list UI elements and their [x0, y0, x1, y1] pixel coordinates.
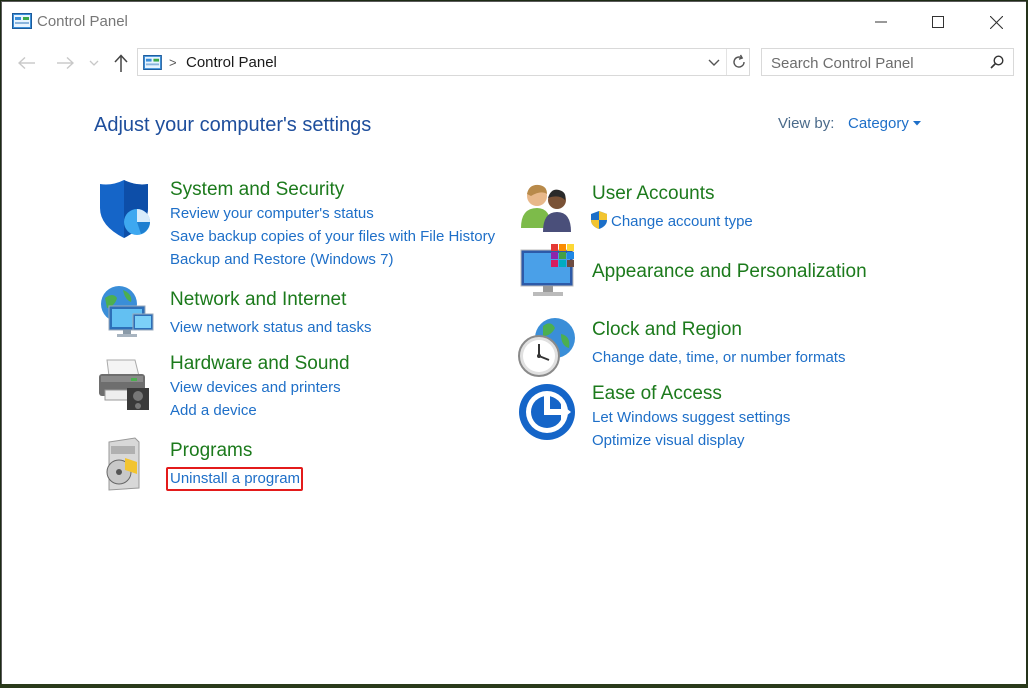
breadcrumb-separator-icon[interactable]: > — [169, 55, 177, 70]
desktop-background — [0, 684, 1028, 688]
breadcrumb[interactable]: Control Panel — [186, 54, 277, 71]
category-title[interactable]: System and Security — [170, 179, 344, 201]
category-link[interactable]: Review your computer's status — [170, 205, 374, 222]
users-icon[interactable] — [517, 180, 579, 242]
chevron-down-icon — [89, 60, 99, 66]
ease-of-access-icon[interactable] — [517, 382, 579, 444]
category-title[interactable]: User Accounts — [592, 183, 715, 205]
close-icon — [989, 15, 1003, 29]
uac-shield-icon — [591, 211, 607, 229]
network-icon[interactable] — [95, 284, 157, 346]
view-by-label: View by: — [778, 115, 835, 132]
category-link[interactable]: Add a device — [170, 402, 257, 419]
recent-locations-button[interactable] — [86, 52, 102, 74]
category-title[interactable]: Network and Internet — [170, 289, 346, 311]
maximize-button[interactable] — [909, 2, 967, 42]
view-by-dropdown[interactable]: Category — [848, 115, 909, 132]
category-title[interactable]: Hardware and Sound — [170, 353, 350, 375]
chevron-down-icon — [708, 59, 720, 66]
window-title: Control Panel — [37, 13, 128, 30]
close-button[interactable] — [967, 2, 1025, 42]
category-link[interactable]: Change account type — [611, 213, 753, 230]
address-bar[interactable]: > Control Panel — [137, 48, 750, 76]
maximize-icon — [932, 16, 944, 28]
refresh-button[interactable] — [726, 49, 751, 75]
appearance-icon[interactable] — [517, 242, 579, 304]
title-bar: Control Panel — [2, 2, 1026, 42]
category-title[interactable]: Programs — [170, 440, 252, 462]
category-link[interactable]: View network status and tasks — [170, 319, 372, 336]
search-input[interactable] — [763, 50, 993, 76]
programs-icon[interactable] — [95, 434, 157, 496]
page-title: Adjust your computer's settings — [94, 114, 372, 136]
category-link[interactable]: Optimize visual display — [592, 432, 745, 449]
control-panel-icon — [143, 55, 162, 70]
category-link[interactable]: Save backup copies of your files with Fi… — [170, 228, 495, 245]
up-arrow-icon — [114, 54, 128, 72]
category-link[interactable]: Backup and Restore (Windows 7) — [170, 251, 393, 268]
shield-icon[interactable] — [95, 178, 157, 240]
category-link[interactable]: Change date, time, or number formats — [592, 349, 845, 366]
forward-button[interactable] — [52, 52, 78, 74]
caret-down-icon[interactable] — [913, 121, 921, 126]
category-link[interactable]: View devices and printers — [170, 379, 341, 396]
minimize-icon — [875, 21, 887, 23]
forward-arrow-icon — [57, 57, 74, 69]
category-title[interactable]: Clock and Region — [592, 319, 742, 341]
address-history-button[interactable] — [704, 53, 724, 71]
search-icon[interactable] — [990, 55, 1004, 69]
control-panel-window: Control Panel > Control Panel Search Con… — [1, 1, 1027, 685]
category-title[interactable]: Ease of Access — [592, 383, 722, 405]
back-button[interactable] — [14, 52, 40, 74]
minimize-button[interactable] — [852, 2, 910, 42]
search-box[interactable] — [761, 48, 1014, 76]
category-title[interactable]: Appearance and Personalization — [592, 261, 867, 283]
printer-icon[interactable] — [95, 354, 157, 416]
highlight-box — [166, 467, 303, 491]
refresh-icon — [733, 54, 745, 68]
category-link[interactable]: Let Windows suggest settings — [592, 409, 790, 426]
clock-globe-icon[interactable] — [517, 316, 579, 378]
up-button[interactable] — [108, 52, 134, 74]
control-panel-icon — [12, 13, 32, 29]
back-arrow-icon — [18, 57, 35, 69]
